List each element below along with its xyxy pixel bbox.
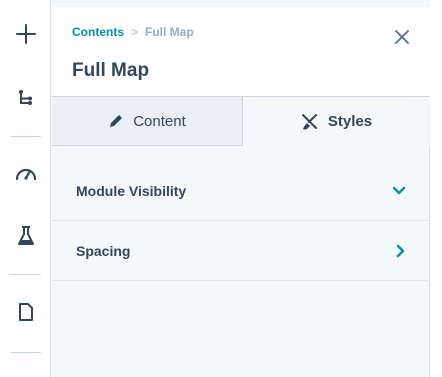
panel-header: Contents > Full Map Full Map <box>52 7 430 96</box>
section-label: Spacing <box>76 242 131 259</box>
section-label: Module Visibility <box>76 182 187 199</box>
rail-divider <box>10 136 41 137</box>
gauge-icon <box>15 168 36 180</box>
flask-icon <box>17 226 34 245</box>
page-title: Full Map <box>72 60 150 81</box>
breadcrumb-current: Full Map <box>145 25 194 39</box>
rail-divider <box>10 352 41 353</box>
tab-styles-label: Styles <box>327 113 373 130</box>
chevron-right-icon <box>396 244 405 257</box>
pencil-icon <box>110 115 123 127</box>
module-panel: Contents > Full Map Full Map Content Sty… <box>52 0 430 377</box>
breadcrumb-separator: > <box>131 25 139 39</box>
tab-content-label: Content <box>133 112 186 130</box>
tree-structure-icon <box>18 90 32 105</box>
tree-button[interactable] <box>0 80 51 116</box>
tab-styles[interactable]: Styles <box>243 97 430 146</box>
section-spacing[interactable]: Spacing <box>52 221 430 281</box>
close-button[interactable] <box>392 27 412 47</box>
close-icon <box>395 30 409 44</box>
brush-icon <box>301 113 317 129</box>
breadcrumb-contents-link[interactable]: Contents <box>72 25 124 39</box>
left-rail <box>0 0 51 377</box>
page-settings-button[interactable] <box>0 294 51 330</box>
tab-content[interactable]: Content <box>52 97 243 146</box>
plus-icon <box>15 24 36 44</box>
canvas-edge <box>430 0 442 377</box>
section-module-visibility[interactable]: Module Visibility <box>52 161 430 221</box>
panel-tabs: Content Styles <box>52 96 430 146</box>
document-icon <box>18 303 33 321</box>
performance-button[interactable] <box>0 155 51 191</box>
rail-divider <box>10 274 41 275</box>
breadcrumb: Contents > Full Map <box>72 25 194 39</box>
test-button[interactable] <box>0 218 51 254</box>
add-button[interactable] <box>0 16 51 52</box>
chevron-down-icon <box>392 186 406 194</box>
